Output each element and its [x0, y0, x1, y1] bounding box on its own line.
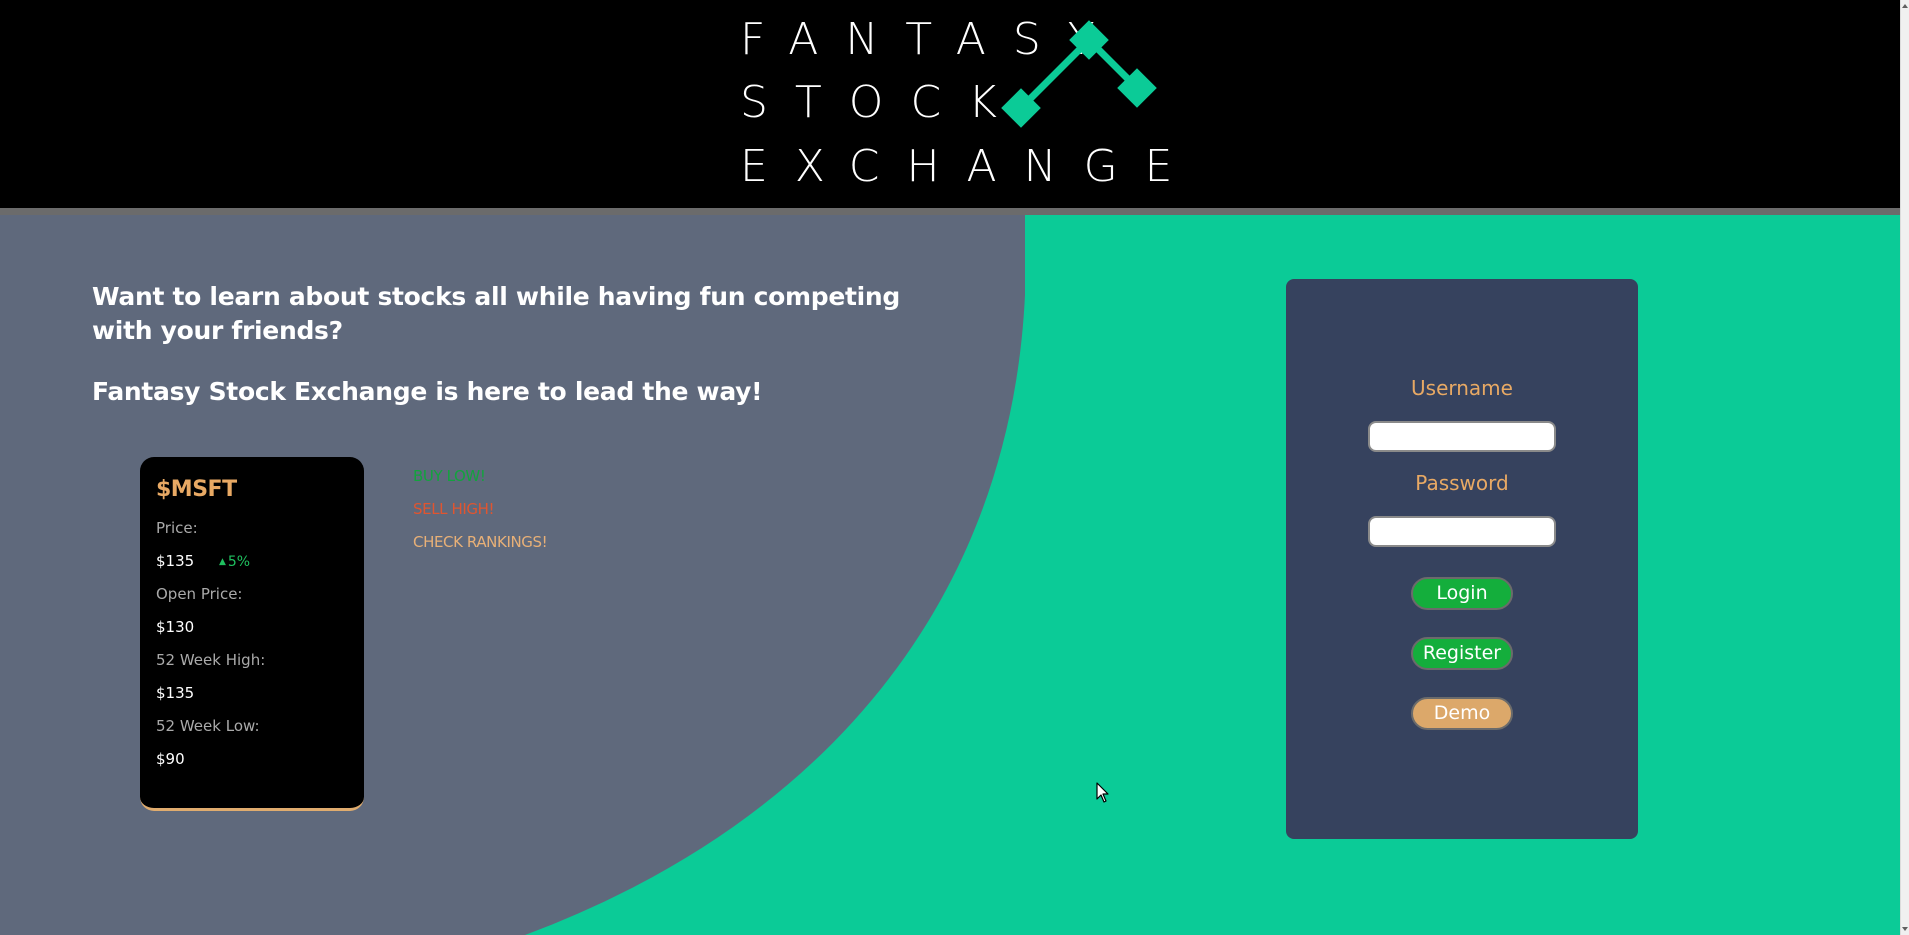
- password-label: Password: [1415, 471, 1509, 495]
- scroll-down-icon[interactable]: [1902, 927, 1908, 931]
- slogan-check-rankings: CHECK RANKINGS!: [413, 533, 548, 551]
- scroll-up-icon[interactable]: [1902, 4, 1908, 8]
- open-price-label: Open Price:: [156, 585, 243, 603]
- stock-ticker: $MSFT: [156, 477, 237, 502]
- mouse-cursor-icon: [1096, 782, 1109, 803]
- login-button[interactable]: Login: [1411, 577, 1513, 610]
- open-price-value: $130: [156, 618, 195, 636]
- low-label-row: 52 Week Low:: [156, 710, 348, 743]
- stock-card: $MSFT Price: $135 ▲ 5% Open Price: $130 5…: [140, 457, 364, 811]
- username-input[interactable]: [1368, 421, 1556, 452]
- username-label: Username: [1411, 376, 1513, 400]
- price-value: $135: [156, 552, 195, 570]
- register-button[interactable]: Register: [1411, 637, 1513, 670]
- price-change: ▲ 5%: [219, 554, 250, 570]
- logo-text-line2: STOCK: [740, 77, 1025, 128]
- price-label-row: Price:: [156, 512, 348, 545]
- price-change-value: 5%: [227, 554, 251, 570]
- week52-high-value: $135: [156, 684, 195, 702]
- intro-headline: Want to learn about stocks all while hav…: [92, 282, 901, 345]
- price-value-row: $135 ▲ 5%: [156, 545, 348, 578]
- site-logo[interactable]: FANTASY STOCK EXCHANGE: [740, 12, 1180, 192]
- high-label-row: 52 Week High:: [156, 644, 348, 677]
- open-label-row: Open Price:: [156, 578, 348, 611]
- page-viewport: FANTASY STOCK EXCHANGE Want to learn abo…: [0, 0, 1900, 935]
- week52-low-value: $90: [156, 750, 185, 768]
- demo-button[interactable]: Demo: [1411, 697, 1513, 730]
- triangle-up-icon: ▲: [218, 557, 226, 567]
- low-value-row: $90: [156, 743, 348, 776]
- header-divider: [0, 208, 1900, 215]
- site-header: FANTASY STOCK EXCHANGE: [0, 0, 1900, 208]
- price-label: Price:: [156, 519, 198, 537]
- intro-subheadline: Fantasy Stock Exchange is here to lead t…: [92, 377, 763, 406]
- slogan-sell-high: SELL HIGH!: [413, 500, 495, 518]
- password-input[interactable]: [1368, 516, 1556, 547]
- week52-low-label: 52 Week Low:: [156, 717, 260, 735]
- vertical-scrollbar[interactable]: [1900, 0, 1909, 935]
- open-value-row: $130: [156, 611, 348, 644]
- high-value-row: $135: [156, 677, 348, 710]
- login-panel: Username Password Login Register Demo: [1286, 279, 1638, 839]
- stock-trend-icon: [1001, 20, 1157, 128]
- logo-text-line3: EXCHANGE: [740, 141, 1200, 192]
- slogan-buy-low: BUY LOW!: [413, 467, 486, 485]
- week52-high-label: 52 Week High:: [156, 651, 266, 669]
